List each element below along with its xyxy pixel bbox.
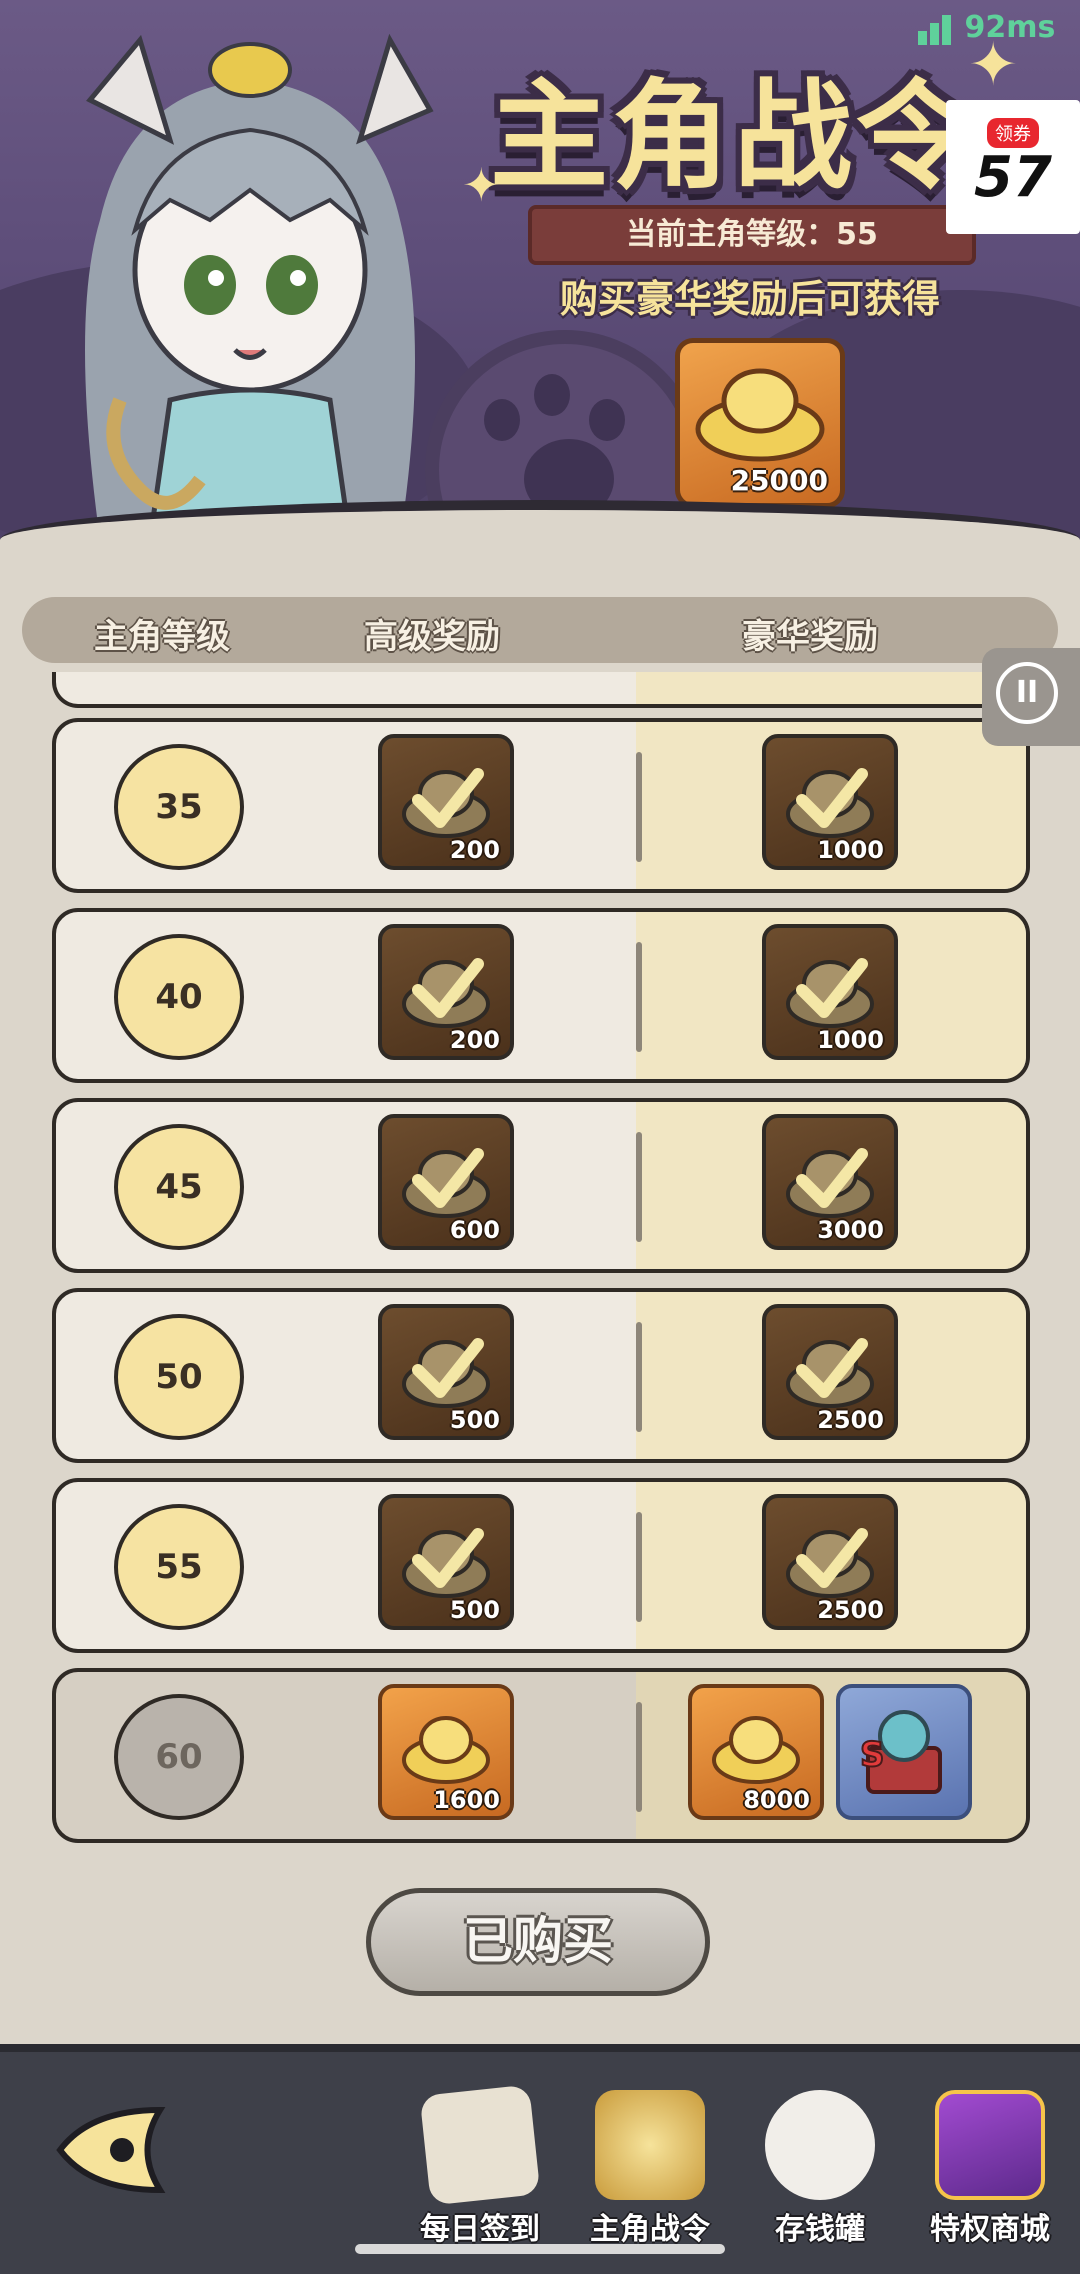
level-badge: 55 [114,1504,244,1630]
reward-amount: 2500 [817,1406,884,1434]
table-row: 40 200 1000 [52,908,1030,1083]
battle-pass-icon [595,2090,705,2200]
column-divider [636,942,642,1052]
column-divider [636,1132,642,1242]
advanced-reward-item[interactable]: 500 [378,1494,514,1630]
character-portrait [30,20,470,543]
table-row: 45 600 3000 [52,1098,1030,1273]
column-divider [636,1322,642,1432]
luxury-reward-item[interactable]: 2500 [762,1304,898,1440]
coupon-widget[interactable]: 领券 57 [946,100,1080,234]
col-advanced: 高级奖励 [364,617,500,657]
reward-amount: 1600 [433,1786,500,1814]
coupon-tag: 领券 [987,118,1039,148]
nav-label: 存钱罐 [775,2212,865,2247]
luxury-reward-item[interactable]: 8000 [688,1684,824,1820]
nav-piggy-bank[interactable]: 存钱罐 [730,2090,910,2260]
gold-ingot-icon [695,368,825,462]
gold-ingot-icon [712,1716,800,1784]
advanced-reward-item[interactable]: 200 [378,734,514,870]
advanced-reward-item[interactable]: 1600 [378,1684,514,1820]
scroll-quill-icon [419,2084,541,2206]
reward-amount: 2500 [817,1596,884,1624]
level-badge: 50 [114,1314,244,1440]
nav-label: 每日签到 [420,2212,540,2247]
sparkle-icon: ✦ [462,158,501,212]
reward-amount: 1000 [817,836,884,864]
reward-amount: 500 [449,1596,500,1624]
column-header: 主角等级 高级奖励 豪华奖励 [22,597,1058,663]
treasure-chest-icon: S [859,1710,942,1794]
table-row: 35 200 1000 [52,718,1030,893]
level-badge: 60 [114,1694,244,1820]
advanced-reward-item[interactable]: 600 [378,1114,514,1250]
featured-reward-gold[interactable]: 25000 [675,338,845,508]
advanced-reward-item[interactable]: 500 [378,1304,514,1440]
column-divider [636,752,642,862]
nav-privilege-shop[interactable]: 特权商城 [900,2090,1080,2260]
back-arrow-icon [56,2106,166,2194]
table-row: 50 500 2500 [52,1288,1030,1463]
reward-amount: 500 [449,1406,500,1434]
column-divider [636,1512,642,1622]
reward-amount: 200 [449,836,500,864]
current-level-banner: 当前主角等级：55 [528,205,976,265]
network-latency: 92ms [918,10,1055,45]
reward-amount: 600 [449,1216,500,1244]
gold-ingot-icon [402,1716,490,1784]
luxury-reward-item[interactable]: 2500 [762,1494,898,1630]
purchase-hint: 购买豪华奖励后可获得 [559,277,940,321]
table-row: 60 1600 8000 S [52,1668,1030,1843]
lucky-cat-icon [765,2090,875,2200]
table-row: 55 500 2500 [52,1478,1030,1653]
reward-amount: 8000 [743,1786,810,1814]
page-title: 主角战令 [490,67,979,205]
coupon-logo: 57 [974,145,1052,210]
column-divider [636,1702,642,1812]
level-badge: 45 [114,1124,244,1250]
advanced-reward-item[interactable]: 200 [378,924,514,1060]
luxury-reward-item[interactable]: 1000 [762,924,898,1060]
level-badge: 35 [114,744,244,870]
gift-box-icon [935,2090,1045,2200]
table-row-partial [52,672,1030,708]
featured-reward-amount: 25000 [730,464,828,497]
header-divider [0,500,1080,590]
nav-label: 主角战令 [590,2212,710,2247]
purchased-button[interactable]: 已购买 [366,1888,710,1996]
back-button[interactable] [50,2100,170,2200]
home-indicator [355,2244,725,2254]
pause-icon: II [996,662,1058,724]
reward-amount: 1000 [817,1026,884,1054]
avatar-frame-reward[interactable]: S [836,1684,972,1820]
level-badge: 40 [114,934,244,1060]
svg-text:S: S [860,1735,885,1775]
luxury-reward-item[interactable]: 3000 [762,1114,898,1250]
col-level: 主角等级 [94,617,230,657]
reward-amount: 3000 [817,1216,884,1244]
nav-battle-pass[interactable]: 主角战令 [560,2090,740,2260]
nav-label: 特权商城 [930,2212,1050,2247]
pause-tab[interactable]: II [982,648,1080,746]
luxury-reward-item[interactable]: 1000 [762,734,898,870]
reward-amount: 200 [449,1026,500,1054]
nav-daily-checkin[interactable]: 每日签到 [390,2084,570,2260]
col-luxury: 豪华奖励 [742,617,878,657]
